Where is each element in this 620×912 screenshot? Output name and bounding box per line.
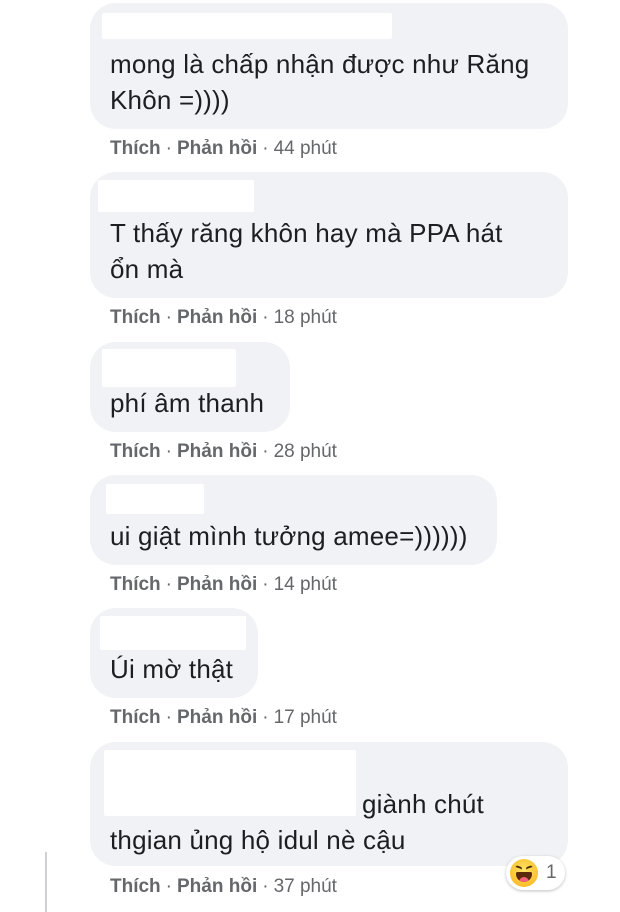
redacted-username — [102, 13, 392, 39]
separator: · — [262, 307, 269, 328]
comment-1: mong là chấp nhận được như Răng Khôn =))… — [90, 3, 568, 159]
separator: · — [165, 707, 172, 728]
reply-button[interactable]: Phản hồi — [177, 138, 257, 159]
separator: · — [262, 138, 269, 159]
comment-text: ui giật mình tưởng amee=)))))) — [110, 521, 468, 551]
separator: · — [262, 574, 269, 595]
comment-4: ui giật mình tưởng amee=)))))) Thích · Phả… — [90, 475, 497, 595]
comment-time[interactable]: 18 phút — [274, 307, 337, 328]
separator: · — [262, 876, 269, 897]
comment-6: giành chút thgian ủng hộ idul nè cậu Thí… — [90, 742, 568, 897]
separator: · — [165, 307, 172, 328]
separator: · — [165, 441, 172, 462]
comment-2: T thấy răng khôn hay mà PPA hát ổn mà Th… — [90, 172, 568, 328]
comment-5: Úi mờ thật Thích · Phản hồi · 17 phút — [90, 608, 337, 728]
reply-button[interactable]: Phản hồi — [177, 441, 257, 462]
comment-text: phí âm thanh — [110, 388, 265, 418]
reply-button[interactable]: Phản hồi — [177, 307, 257, 328]
like-button[interactable]: Thích — [110, 441, 161, 462]
comment-text: giành chút thgian ủng hộ idul nè cậu — [110, 789, 484, 855]
comment-actions: Thích · Phản hồi · 18 phút — [110, 307, 337, 329]
reply-button[interactable]: Phản hồi — [177, 574, 257, 595]
comment-actions: Thích · Phản hồi · 44 phút — [110, 138, 337, 160]
haha-emoji-icon — [510, 859, 538, 887]
comment-bubble: Úi mờ thật — [90, 608, 258, 698]
thread-line — [45, 852, 47, 912]
like-button[interactable]: Thích — [110, 574, 161, 595]
separator: · — [165, 138, 172, 159]
comment-bubble: T thấy răng khôn hay mà PPA hát ổn mà — [90, 172, 568, 298]
reply-button[interactable]: Phản hồi — [177, 876, 257, 897]
comment-actions: Thích · Phản hồi · 37 phút — [110, 876, 337, 898]
like-button[interactable]: Thích — [110, 138, 161, 159]
separator: · — [262, 707, 269, 728]
comment-actions: Thích · Phản hồi · 14 phút — [110, 574, 337, 596]
redacted-username — [106, 484, 204, 514]
comment-time[interactable]: 44 phút — [274, 138, 337, 159]
comment-actions: Thích · Phản hồi · 28 phút — [110, 441, 337, 463]
redacted-username — [98, 180, 254, 212]
comment-time[interactable]: 17 phút — [274, 707, 337, 728]
redacted-username — [102, 349, 236, 387]
reply-button[interactable]: Phản hồi — [177, 707, 257, 728]
comment-bubble: ui giật mình tưởng amee=)))))) — [90, 475, 497, 565]
comment-text: Úi mờ thật — [110, 654, 234, 684]
comment-text: mong là chấp nhận được như Răng Khôn =))… — [110, 49, 530, 115]
comment-text: T thấy răng khôn hay mà PPA hát ổn mà — [110, 218, 503, 284]
comment-bubble: phí âm thanh — [90, 342, 290, 432]
like-button[interactable]: Thích — [110, 876, 161, 897]
separator: · — [165, 876, 172, 897]
separator: · — [165, 574, 172, 595]
comment-bubble: giành chút thgian ủng hộ idul nè cậu — [90, 742, 568, 866]
comment-3: phí âm thanh Thích · Phản hồi · 28 phút — [90, 342, 337, 462]
separator: · — [262, 441, 269, 462]
comment-time[interactable]: 37 phút — [274, 876, 337, 897]
like-button[interactable]: Thích — [110, 707, 161, 728]
reaction-count: 1 — [546, 862, 557, 883]
reaction-badge[interactable]: 1 — [506, 856, 565, 890]
comment-time[interactable]: 14 phút — [274, 574, 337, 595]
comment-actions: Thích · Phản hồi · 17 phút — [110, 707, 337, 729]
comment-bubble: mong là chấp nhận được như Răng Khôn =))… — [90, 3, 568, 129]
redacted-username — [100, 616, 246, 650]
like-button[interactable]: Thích — [110, 307, 161, 328]
comment-time[interactable]: 28 phút — [274, 441, 337, 462]
